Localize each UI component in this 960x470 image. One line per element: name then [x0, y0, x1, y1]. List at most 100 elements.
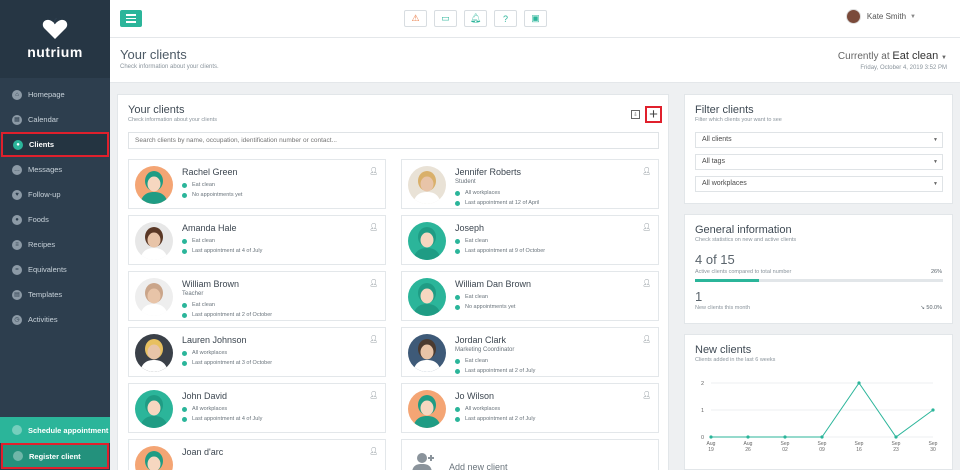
recipe-icon: ≡ — [12, 239, 22, 250]
user-settings-icon[interactable]: 👤︎ — [369, 279, 378, 287]
user-settings-icon[interactable]: 👤︎ — [642, 223, 651, 231]
client-last-appointment: Last appointment at 3 of October — [182, 360, 272, 366]
location-icon — [455, 406, 460, 412]
location-icon — [182, 182, 187, 188]
data-point — [894, 435, 898, 439]
help-icon[interactable]: ? — [494, 10, 517, 27]
user-menu[interactable]: Kate Smith ▼ — [845, 9, 916, 24]
active-clients-value: 4 of 15 — [695, 252, 735, 267]
tags-select[interactable]: All tags ▼ — [695, 154, 943, 170]
client-card[interactable]: William Dan Brown Eat clean No appointment… — [401, 271, 659, 321]
workplaces-select[interactable]: All workplaces ▼ — [695, 176, 943, 192]
client-card[interactable]: Amanda Hale Eat clean Last appointment at … — [128, 215, 386, 265]
client-card[interactable]: Joseph Eat clean Last appointment at 9 of … — [401, 215, 659, 265]
status-select[interactable]: All clients ▼ — [695, 132, 943, 148]
client-name: Jennifer Roberts — [455, 167, 522, 177]
x-tick-label: Aug 26 — [744, 441, 753, 453]
avatar — [408, 334, 446, 372]
client-last-appointment: Last appointment at 2 of July — [455, 368, 535, 374]
location-icon — [182, 406, 187, 412]
bell-icon[interactable]: 🔔︎ — [464, 10, 487, 27]
template-icon: ▤ — [12, 289, 22, 300]
client-card[interactable]: Jennifer Roberts Student All workplaces Las… — [401, 159, 659, 209]
calendar-icon — [182, 360, 187, 366]
client-card[interactable]: Jo Wilson All workplaces Last appointment … — [401, 383, 659, 433]
client-last-appointment: Last appointment at 4 of July — [182, 416, 262, 422]
sidebar-item-equivalents[interactable]: = Equivalents — [0, 257, 110, 282]
user-settings-icon[interactable]: 👤︎ — [642, 391, 651, 399]
sidebar-item-calendar[interactable]: ▦ Calendar — [0, 107, 110, 132]
user-settings-icon[interactable]: 👤︎ — [369, 167, 378, 175]
sidebar-nav: ⌂ Homepage ▦ Calendar ● Clients … Messages ♥… — [0, 82, 110, 332]
add-new-client-card[interactable]: Add new client — [401, 439, 659, 470]
client-card[interactable]: Rachel Green Eat clean No appointments yet… — [128, 159, 386, 209]
user-settings-icon[interactable]: 👤︎ — [642, 279, 651, 287]
clock-icon — [12, 425, 22, 435]
user-settings-icon[interactable]: 👤︎ — [369, 447, 378, 455]
user-settings-icon[interactable]: 👤︎ — [642, 335, 651, 343]
data-point — [783, 435, 787, 439]
search-input[interactable] — [128, 132, 659, 149]
avatar — [845, 9, 861, 24]
page-title: Your clients — [120, 47, 187, 62]
y-tick-label: 2 — [701, 381, 704, 387]
x-tick-label: Sep 23 — [892, 441, 901, 453]
user-settings-icon[interactable]: 👤︎ — [369, 223, 378, 231]
active-clients-label: Active clients compared to total number — [695, 269, 792, 275]
calendar-icon — [182, 192, 187, 198]
sidebar-item-templates[interactable]: ▤ Templates — [0, 282, 110, 307]
avatar — [408, 166, 446, 204]
register-client-button[interactable]: Register client — [1, 443, 109, 469]
download-icon[interactable]: ⇩ — [631, 110, 640, 119]
logo[interactable]: nutrium — [0, 0, 110, 78]
sidebar: nutrium ⌂ Homepage ▦ Calendar ● Clients … Me… — [0, 0, 110, 470]
active-clients-progress — [695, 279, 943, 282]
client-card[interactable]: Joan d'arc 👤︎ — [128, 439, 386, 470]
schedule-appointment-button[interactable]: Schedule appointment — [0, 417, 110, 443]
avatar — [135, 166, 173, 204]
location-icon — [182, 350, 187, 356]
general-title: General information — [695, 224, 792, 236]
client-occupation: Student — [455, 179, 476, 185]
client-workplace: Eat clean — [182, 238, 215, 244]
sidebar-item-recipes[interactable]: ≡ Recipes — [0, 232, 110, 257]
client-card[interactable]: Jordan Clark Marketing Coordinator Eat cle… — [401, 327, 659, 377]
add-client-button[interactable]: + — [645, 106, 662, 123]
briefcase-icon[interactable]: ▣ — [524, 10, 547, 27]
menu-toggle-button[interactable] — [120, 10, 142, 27]
client-workplace: Eat clean — [455, 294, 488, 300]
add-new-client-label: Add new client — [449, 462, 508, 470]
client-last-appointment: Last appointment at 4 of July — [182, 248, 262, 254]
data-point — [746, 435, 750, 439]
filter-panel: Filter clients Filter which clients your… — [684, 94, 953, 204]
y-tick-label: 1 — [701, 408, 704, 414]
clients-panel: Your clients Check information about you… — [117, 94, 669, 470]
client-card[interactable]: William Brown Teacher Eat clean Last appoin… — [128, 271, 386, 321]
sidebar-item-foods[interactable]: ● Foods — [0, 207, 110, 232]
client-card[interactable]: John David All workplaces Last appointment… — [128, 383, 386, 433]
sidebar-item-activities[interactable]: ◷ Activities — [0, 307, 110, 332]
warning-icon[interactable]: ⚠ — [404, 10, 427, 27]
client-workplace: Eat clean — [455, 358, 488, 364]
data-point — [857, 381, 861, 385]
client-card[interactable]: Lauren Johnson All workplaces Last appoint… — [128, 327, 386, 377]
page-subtitle: Check information about your clients. — [120, 64, 219, 70]
user-settings-icon[interactable]: 👤︎ — [642, 167, 651, 175]
sidebar-item-messages[interactable]: … Messages — [0, 157, 110, 182]
workplace-selector[interactable]: Currently at Eat clean ▼ — [838, 50, 947, 62]
client-name: Lauren Johnson — [182, 335, 247, 345]
client-last-appointment: No appointments yet — [455, 304, 515, 310]
activity-icon: ◷ — [12, 314, 22, 325]
user-settings-icon[interactable]: 👤︎ — [369, 391, 378, 399]
sidebar-item-homepage[interactable]: ⌂ Homepage — [0, 82, 110, 107]
clients-subtitle: Check information about your clients — [128, 117, 217, 123]
progress-fill — [695, 279, 760, 282]
card-icon[interactable]: ▭ — [434, 10, 457, 27]
location-icon — [455, 190, 460, 196]
users-icon: ● — [13, 139, 23, 150]
apple-icon: ● — [12, 214, 22, 225]
data-point — [931, 408, 935, 412]
user-settings-icon[interactable]: 👤︎ — [369, 335, 378, 343]
sidebar-item-clients[interactable]: ● Clients — [1, 132, 109, 157]
sidebar-item-follow-up[interactable]: ♥ Follow-up — [0, 182, 110, 207]
